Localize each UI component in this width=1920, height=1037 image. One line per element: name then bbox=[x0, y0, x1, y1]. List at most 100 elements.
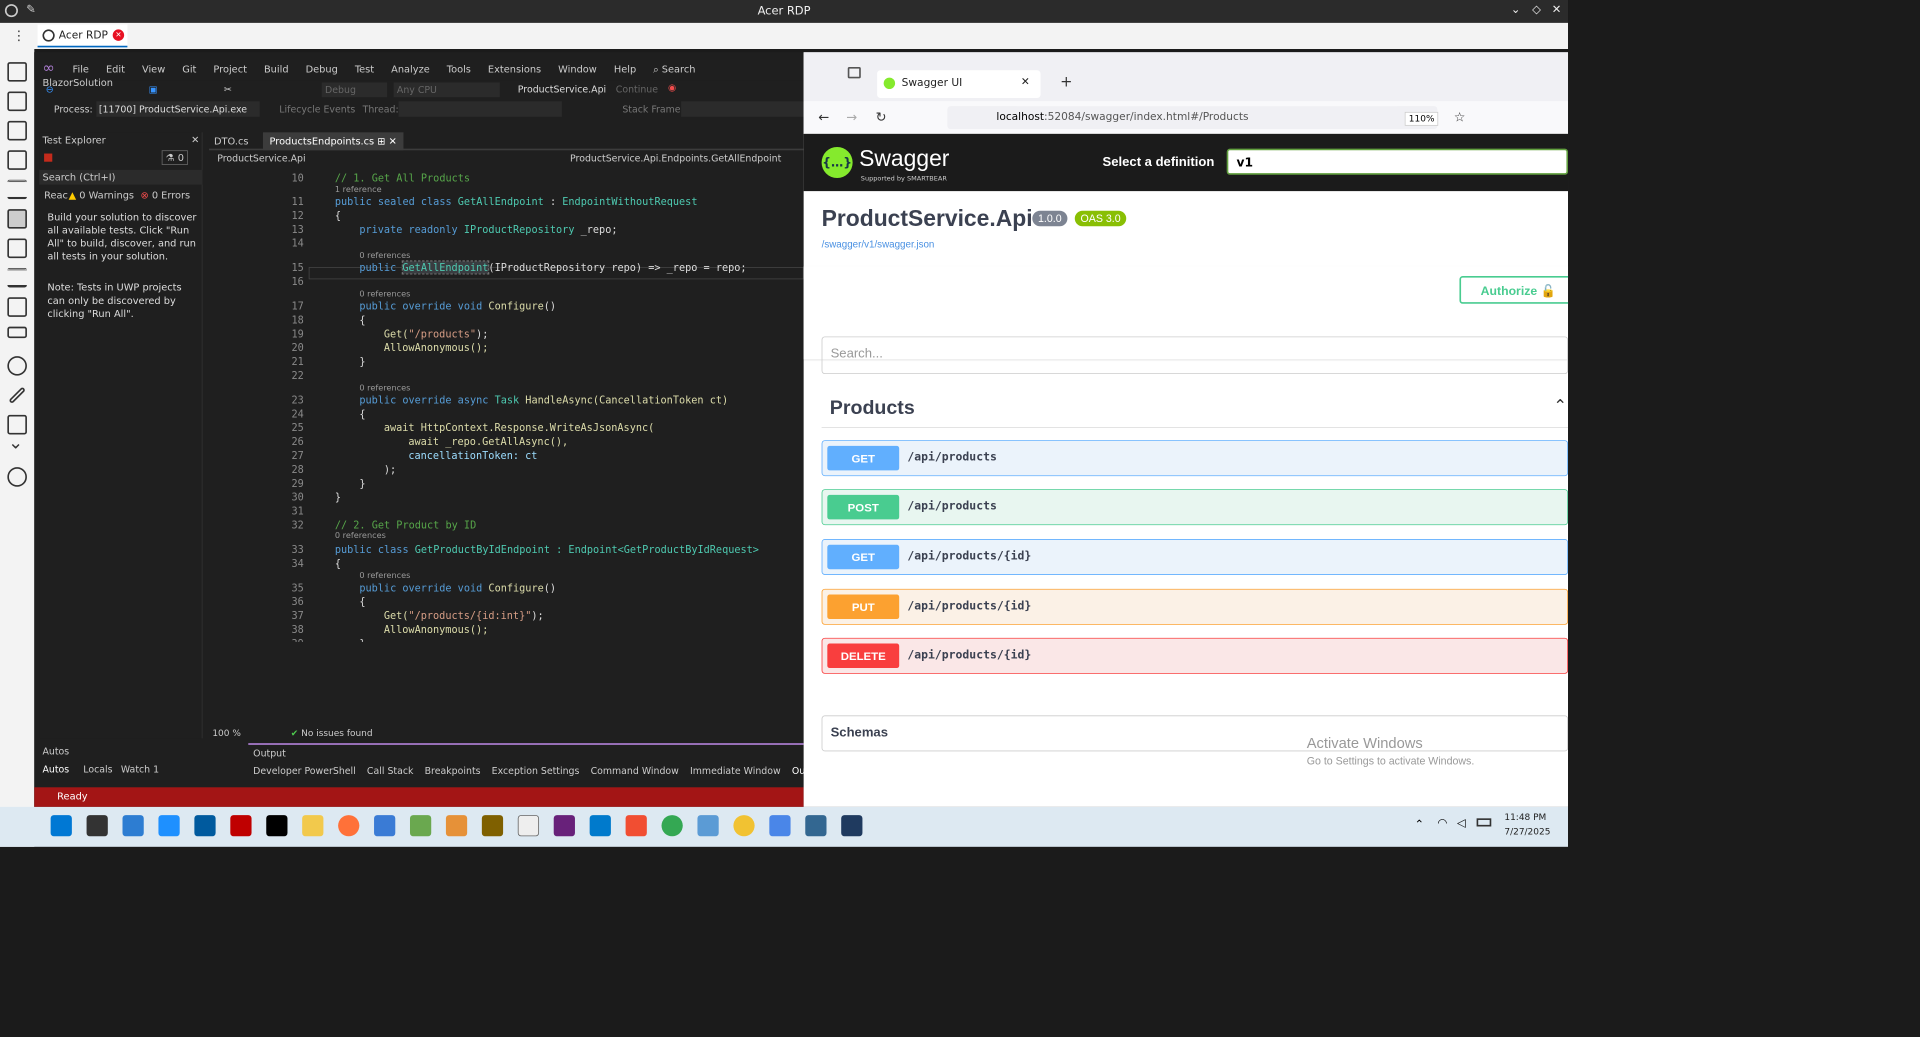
list-icon[interactable] bbox=[7, 267, 27, 288]
operation-delete-product[interactable]: DELETE /api/products/{id} bbox=[821, 637, 1569, 674]
more-icon[interactable]: ⋮ bbox=[12, 28, 25, 44]
notepad-icon[interactable] bbox=[374, 815, 396, 837]
codelens[interactable]: 0 references bbox=[335, 532, 386, 541]
autos-tab[interactable]: Autos bbox=[42, 764, 69, 775]
bookmark-star-icon[interactable]: ☆ bbox=[1454, 109, 1466, 125]
tab-command-window[interactable]: Command Window bbox=[591, 765, 679, 776]
menu-analyze[interactable]: Analyze bbox=[391, 64, 430, 75]
volume-icon[interactable]: ◁ bbox=[1457, 817, 1466, 830]
code-editor[interactable]: 10 11 12 13 14 15 16 17 18 19 20 21 22 23 24 25 26 27 28 29… bbox=[34, 167, 804, 642]
postgres-icon[interactable] bbox=[805, 815, 827, 837]
menu-file[interactable]: File bbox=[73, 64, 89, 75]
continue-button[interactable]: Continue bbox=[616, 83, 658, 94]
watch-tab[interactable]: Watch 1 bbox=[121, 764, 159, 775]
firefox-icon[interactable] bbox=[338, 815, 360, 837]
swagger-tab[interactable]: Swagger UI ✕ bbox=[877, 70, 1041, 99]
visual-studio-icon[interactable] bbox=[553, 815, 575, 837]
operation-put-product[interactable]: PUT /api/products/{id} bbox=[821, 588, 1569, 625]
cmd-icon[interactable] bbox=[266, 815, 288, 837]
stackframe-dropdown[interactable] bbox=[681, 101, 804, 117]
filter-input[interactable]: Search... bbox=[821, 336, 1569, 375]
collapse-chevron-icon[interactable]: ⌃ bbox=[1553, 395, 1567, 415]
tab-products-endpoints[interactable]: ProductsEndpoints.cs ⊞ ✕ bbox=[262, 132, 404, 151]
products-section-header[interactable]: Products ⌃ bbox=[821, 387, 1569, 428]
definition-select[interactable]: v1 bbox=[1226, 148, 1569, 175]
wrench-icon[interactable] bbox=[8, 386, 26, 404]
menu-debug[interactable]: Debug bbox=[306, 64, 338, 75]
operation-post-products[interactable]: POST /api/products bbox=[821, 489, 1569, 526]
filezilla-icon[interactable] bbox=[230, 815, 252, 837]
tab-immediate-window[interactable]: Immediate Window bbox=[690, 765, 781, 776]
terminal-icon[interactable] bbox=[86, 815, 108, 837]
menu-window[interactable]: Window bbox=[558, 64, 597, 75]
document-icon[interactable] bbox=[517, 815, 540, 837]
close-icon[interactable]: ✕ bbox=[191, 134, 199, 145]
expand-icon[interactable] bbox=[7, 238, 27, 259]
defender-icon[interactable] bbox=[194, 815, 216, 837]
back-icon[interactable]: ⊖ bbox=[46, 83, 54, 94]
lifecycle-events[interactable]: Lifecycle Events bbox=[279, 104, 355, 115]
spec-link[interactable]: /swagger/v1/swagger.json bbox=[822, 238, 935, 249]
process-dropdown[interactable]: [11700] ProductService.Api.exe bbox=[96, 101, 260, 117]
start-icon[interactable] bbox=[50, 815, 72, 837]
test-count-badge[interactable]: ⚗ 0 bbox=[161, 150, 189, 165]
menu-tools[interactable]: Tools bbox=[447, 64, 471, 75]
gimp-icon[interactable] bbox=[481, 815, 504, 837]
git-icon[interactable] bbox=[625, 815, 647, 837]
photos-icon[interactable] bbox=[122, 815, 144, 837]
editor-icon[interactable] bbox=[409, 815, 432, 837]
wifi-icon[interactable]: ◠ bbox=[1437, 817, 1447, 830]
tab-close-icon[interactable]: ✕ bbox=[1021, 76, 1030, 88]
menu-git[interactable]: Git bbox=[182, 64, 196, 75]
reload-icon[interactable]: ↻ bbox=[876, 109, 887, 125]
battery-icon[interactable] bbox=[1476, 818, 1492, 827]
hot-reload-icon[interactable]: ◉ bbox=[668, 82, 676, 93]
zoom-level[interactable]: 100 % bbox=[212, 728, 241, 739]
platform-dropdown[interactable]: Any CPU bbox=[393, 82, 500, 98]
vscode-icon[interactable] bbox=[589, 815, 611, 837]
codelens[interactable]: 0 references bbox=[359, 384, 410, 393]
tab-call-stack[interactable]: Call Stack bbox=[367, 765, 414, 776]
thread-dropdown[interactable] bbox=[398, 101, 562, 117]
menu-test[interactable]: Test bbox=[355, 64, 374, 75]
chevron-down-icon[interactable]: ⌄ bbox=[1511, 3, 1521, 16]
fullscreen-icon[interactable] bbox=[7, 150, 27, 170]
config-dropdown[interactable]: Debug bbox=[321, 82, 388, 98]
nav-project[interactable]: ProductService.Api bbox=[217, 153, 305, 164]
startup-project[interactable]: ProductService.Api bbox=[518, 83, 606, 94]
tab-close-icon[interactable]: ✕ bbox=[112, 29, 125, 41]
close-icon[interactable]: ✕ bbox=[1552, 3, 1562, 16]
run-all-icon[interactable] bbox=[44, 153, 53, 162]
codelens[interactable]: 0 references bbox=[359, 252, 410, 261]
menu-view[interactable]: View bbox=[142, 64, 165, 75]
authorize-button[interactable]: Authorize 🔓 bbox=[1459, 276, 1569, 304]
nav-member[interactable]: ProductService.Api.Endpoints.GetAllEndpo… bbox=[570, 153, 781, 164]
explorer-icon[interactable] bbox=[302, 815, 324, 837]
menu-help[interactable]: Help bbox=[614, 64, 636, 75]
address-bar[interactable]: localhost:52084/swagger/index.html#/Prod… bbox=[947, 106, 1438, 130]
tray-chevron-icon[interactable]: ⌃ bbox=[1415, 818, 1425, 831]
menu-search[interactable]: ⌕ Search bbox=[653, 64, 709, 76]
schemas-section[interactable]: Schemas bbox=[821, 715, 1569, 752]
cut-icon[interactable]: ✂ bbox=[224, 83, 232, 94]
new-tab-icon[interactable]: + bbox=[1060, 74, 1072, 91]
clock-time[interactable]: 11:48 PM bbox=[1504, 812, 1546, 823]
rdp-session-tab[interactable]: Acer RDP ✕ bbox=[37, 24, 128, 48]
collapse-icon[interactable]: ⌄ bbox=[8, 433, 23, 453]
codelens[interactable]: 0 references bbox=[359, 290, 410, 299]
menu-build[interactable]: Build bbox=[264, 64, 289, 75]
back-icon[interactable]: ← bbox=[818, 109, 829, 125]
zoom-badge[interactable]: 110% bbox=[1404, 111, 1439, 126]
selection-icon[interactable] bbox=[7, 209, 27, 229]
add-window-icon[interactable] bbox=[7, 91, 27, 112]
settings-icon[interactable] bbox=[7, 356, 27, 376]
search-app-icon[interactable] bbox=[158, 815, 180, 837]
chrome-icon[interactable] bbox=[661, 815, 683, 837]
codelens[interactable]: 1 reference bbox=[335, 185, 382, 194]
window-icon[interactable] bbox=[7, 297, 27, 317]
issues-indicator[interactable]: ✔ No issues found bbox=[291, 728, 373, 739]
tab-dto[interactable]: DTO.cs bbox=[214, 136, 248, 147]
locals-tab[interactable]: Locals bbox=[83, 764, 112, 775]
duck-icon[interactable] bbox=[733, 815, 755, 837]
clock-date[interactable]: 7/27/2025 bbox=[1504, 827, 1550, 838]
